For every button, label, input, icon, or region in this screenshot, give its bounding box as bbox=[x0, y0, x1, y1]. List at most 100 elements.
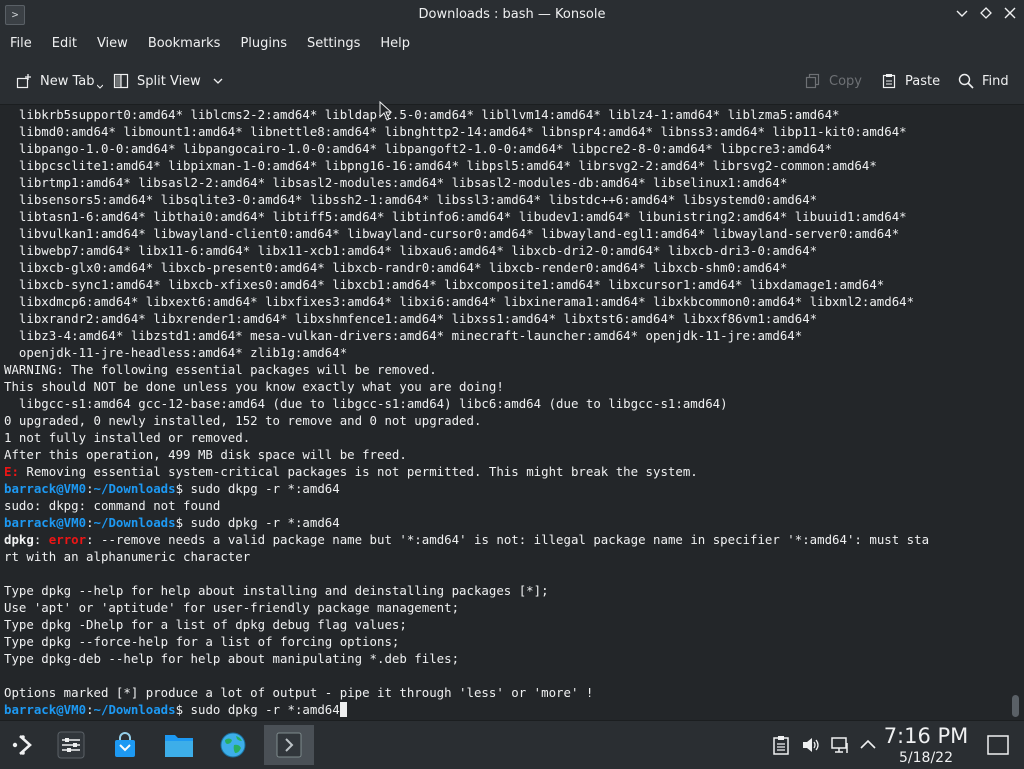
new-tab-icon bbox=[16, 74, 31, 89]
terminal-prompt-line: barrack@VM0:~/Downloads$ sudo dkpg -r *:… bbox=[4, 480, 340, 497]
terminal-line: 0 upgraded, 0 newly installed, 152 to re… bbox=[4, 413, 482, 428]
title-bar: > Downloads : bash — Konsole bbox=[0, 0, 1024, 30]
new-tab-button[interactable]: New Tab bbox=[16, 70, 111, 92]
menu-bookmarks[interactable]: Bookmarks bbox=[138, 30, 231, 58]
close-icon bbox=[1004, 7, 1016, 19]
new-tab-label: New Tab bbox=[40, 73, 95, 89]
dpkg-label: dpkg bbox=[4, 532, 34, 547]
mouse-pointer-icon bbox=[379, 101, 393, 121]
chevron-down-icon bbox=[213, 78, 223, 84]
close-button[interactable] bbox=[1000, 5, 1020, 25]
menu-settings[interactable]: Settings bbox=[297, 30, 370, 58]
toolbar: New Tab Split View Copy Paste Find bbox=[0, 58, 1024, 105]
copy-icon bbox=[805, 73, 820, 89]
shopping-bag-icon bbox=[115, 732, 135, 757]
launcher-icon bbox=[12, 735, 32, 755]
terminal-icon bbox=[276, 732, 302, 758]
prompt-path: ~/Downloads bbox=[93, 702, 176, 717]
task-web-browser[interactable] bbox=[212, 725, 254, 765]
prompt-path: ~/Downloads bbox=[93, 515, 176, 530]
terminal-prompt-line: barrack@VM0:~/Downloads$ sudo dpkg -r *:… bbox=[4, 514, 340, 531]
prompt-separator: : bbox=[86, 515, 94, 530]
terminal-line: libpango-1.0-0:amd64* libpangocairo-1.0-… bbox=[4, 141, 833, 156]
error-text: Removing essential system-critical packa… bbox=[18, 464, 698, 479]
command-text: sudo dkpg -r *:amd64 bbox=[183, 481, 340, 496]
terminal-line: libxrandr2:amd64* libxrender1:amd64* lib… bbox=[4, 311, 818, 326]
task-file-manager[interactable] bbox=[158, 725, 200, 765]
error-message: : --remove needs a valid package name bu… bbox=[86, 532, 930, 547]
terminal-line: libmd0:amd64* libmount1:amd64* libnettle… bbox=[4, 124, 907, 139]
chevron-up-icon[interactable] bbox=[858, 735, 878, 755]
terminal-prompt-line[interactable]: barrack@VM0:~/Downloads$ sudo dpkg -r *:… bbox=[4, 701, 347, 718]
scrollbar-thumb[interactable] bbox=[1012, 695, 1019, 717]
search-icon bbox=[958, 73, 974, 89]
taskbar: 7:16 PM 5/18/22 bbox=[0, 720, 1024, 769]
paste-button[interactable]: Paste bbox=[881, 70, 940, 92]
window-title: Downloads : bash — Konsole bbox=[418, 7, 606, 22]
error-label: error bbox=[41, 532, 87, 547]
split-view-label: Split View bbox=[137, 73, 201, 89]
prompt-user: barrack@VM0 bbox=[4, 515, 87, 530]
terminal-line: Type dpkg --force-help for a list of for… bbox=[4, 634, 400, 649]
maximize-button[interactable] bbox=[976, 5, 996, 25]
error-prefix: E: bbox=[4, 464, 19, 479]
menu-edit[interactable]: Edit bbox=[42, 30, 87, 58]
terminal-line: libgcc-s1:amd64 gcc-12-base:amd64 (due t… bbox=[4, 396, 728, 411]
task-system-settings[interactable] bbox=[50, 725, 92, 765]
prompt-separator: : bbox=[86, 702, 94, 717]
clock-date: 5/18/22 bbox=[899, 750, 953, 766]
application-launcher[interactable] bbox=[2, 725, 44, 765]
terminal-line: libpcsclite1:amd64* libpixman-1-0:amd64*… bbox=[4, 158, 877, 173]
terminal-line: WARNING: The following essential package… bbox=[4, 362, 437, 377]
command-text: sudo dpkg -r *:amd64 bbox=[183, 702, 340, 717]
menu-bar: File Edit View Bookmarks Plugins Setting… bbox=[0, 30, 1024, 58]
settings-sliders-icon bbox=[57, 731, 85, 759]
find-button[interactable]: Find bbox=[958, 70, 1009, 92]
paste-label: Paste bbox=[905, 73, 941, 89]
terminal-scrollbar[interactable] bbox=[1008, 105, 1024, 720]
terminal-line: sudo: dkpg: command not found bbox=[4, 498, 221, 513]
chevron-down-icon bbox=[956, 10, 968, 17]
clipboard-icon[interactable] bbox=[771, 735, 791, 755]
menu-plugins[interactable]: Plugins bbox=[230, 30, 297, 58]
terminal-line: Type dpkg -Dhelp for a list of dpkg debu… bbox=[4, 617, 407, 632]
paste-icon bbox=[882, 74, 896, 89]
text-cursor bbox=[339, 702, 347, 717]
terminal-line: libkrb5support0:amd64* liblcms2-2:amd64*… bbox=[4, 107, 840, 122]
terminal-line: Type dpkg --help for help about installi… bbox=[4, 583, 549, 598]
minimize-button[interactable] bbox=[952, 5, 972, 25]
terminal-line: 1 not fully installed or removed. bbox=[4, 430, 251, 445]
prompt-sign: $ bbox=[175, 702, 184, 717]
digital-clock[interactable]: 7:16 PM 5/18/22 bbox=[878, 723, 974, 767]
volume-icon[interactable] bbox=[801, 735, 821, 755]
command-text: sudo dpkg -r *:amd64 bbox=[183, 515, 340, 530]
task-konsole[interactable] bbox=[264, 725, 314, 765]
menu-view[interactable]: View bbox=[87, 30, 138, 58]
terminal-line: libxdmcp6:amd64* libxext6:amd64* libxfix… bbox=[4, 294, 915, 309]
terminal-line: openjdk-11-jre-headless:amd64* zlib1g:am… bbox=[4, 345, 348, 360]
dropdown-corner-icon bbox=[96, 84, 103, 89]
terminal-line: This should NOT be done unless you know … bbox=[4, 379, 504, 394]
folder-icon bbox=[165, 735, 193, 757]
split-view-button[interactable]: Split View bbox=[113, 70, 231, 92]
terminal-line: After this operation, 499 MB disk space … bbox=[4, 447, 407, 462]
terminal-line: libwebp7:amd64* libx11-6:amd64* libx11-x… bbox=[4, 243, 818, 258]
terminal-line: Use 'apt' or 'aptitude' for user-friendl… bbox=[4, 600, 460, 615]
copy-label: Copy bbox=[829, 73, 862, 89]
menu-help[interactable]: Help bbox=[370, 30, 420, 58]
copy-button[interactable]: Copy bbox=[805, 70, 862, 92]
prompt-user: barrack@VM0 bbox=[4, 702, 87, 717]
clock-time: 7:16 PM bbox=[883, 724, 969, 748]
show-desktop-icon[interactable] bbox=[986, 733, 1010, 757]
terminal-output[interactable]: libkrb5support0:amd64* liblcms2-2:amd64*… bbox=[0, 105, 1008, 720]
terminal-line: Options marked [*] produce a lot of outp… bbox=[4, 685, 594, 700]
network-wired-icon[interactable] bbox=[830, 735, 850, 755]
terminal-line: rt with an alphanumeric character bbox=[4, 549, 251, 564]
diamond-icon bbox=[980, 7, 992, 19]
menu-file[interactable]: File bbox=[0, 30, 42, 58]
prompt-path: ~/Downloads bbox=[93, 481, 176, 496]
terminal-line: librtmp1:amd64* libsasl2-2:amd64* libsas… bbox=[4, 175, 788, 190]
split-view-icon bbox=[113, 73, 129, 89]
task-discover[interactable] bbox=[104, 725, 146, 765]
prompt-sign: $ bbox=[175, 481, 184, 496]
